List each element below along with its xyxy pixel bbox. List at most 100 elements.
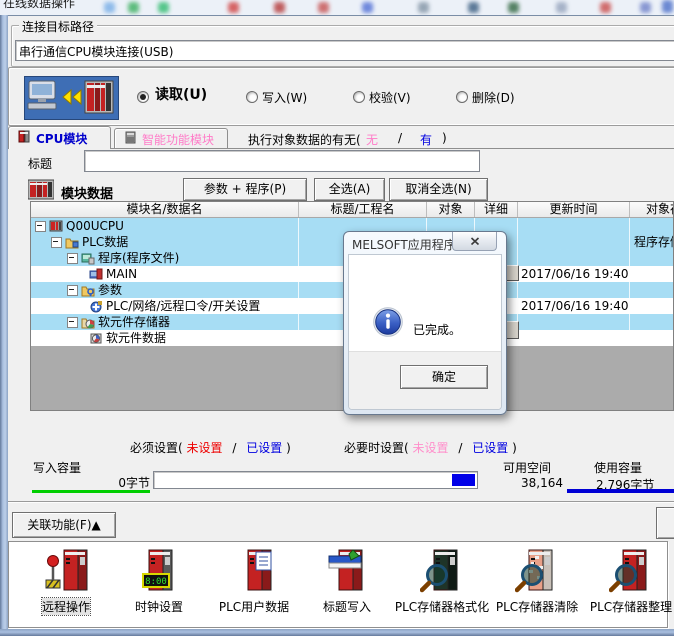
row-name: 程序(程序文件) <box>98 250 179 266</box>
melsoft-dialog-body: 已完成。 确定 <box>348 254 502 410</box>
exec-target-suffix: ) <box>442 131 447 145</box>
optional-setting-legend: 必要时设置( 未设置 / 已设置 ) <box>344 439 517 456</box>
required-setting-legend: 必须设置( 未设置 / 已设置 ) <box>130 439 291 456</box>
device-data-icon <box>89 331 103 345</box>
cpu-icon <box>49 219 63 233</box>
title-label: 标题 <box>28 155 52 172</box>
tool-label: 远程操作 <box>42 598 90 615</box>
radio-delete[interactable] <box>456 91 468 103</box>
title-write-icon <box>325 548 369 596</box>
dialog-footer: 确定 <box>349 351 501 409</box>
column-header[interactable]: 更新时间 <box>518 202 630 217</box>
column-header[interactable]: 详细 <box>475 202 518 217</box>
melsoft-dialog-title: MELSOFT应用程序 <box>352 236 456 253</box>
clock-setting-icon: 8:00 <box>137 548 181 596</box>
related-functions-button[interactable]: 关联功能(F)▲ <box>12 512 116 538</box>
window-bottom-border <box>0 629 674 636</box>
column-header[interactable]: 对象存储器 <box>630 202 674 217</box>
table-cell <box>630 298 674 314</box>
tab-cpu-module-label: CPU模块 <box>36 130 87 147</box>
row-name: PLC数据 <box>82 234 128 250</box>
device-memory-icon <box>81 315 95 329</box>
close-button-clipped[interactable] <box>656 507 674 539</box>
row-name: MAIN <box>106 266 137 282</box>
radio-verify-label: 校验(V) <box>369 89 411 106</box>
parameter-icon <box>81 283 95 297</box>
info-icon <box>373 307 403 340</box>
radio-verify[interactable] <box>353 91 365 103</box>
free-space-label: 可用空间 <box>503 459 551 476</box>
row-name: 软元件存储器 <box>98 314 170 330</box>
tree-expand-toggle[interactable] <box>35 221 46 232</box>
select-all-button[interactable]: 全选(A) <box>314 178 385 201</box>
write-capacity-value: 0字节 <box>100 474 150 491</box>
column-header[interactable]: 标题/工程名 <box>299 202 427 217</box>
tool-plc-memory-clear[interactable]: PLC存储器清除 <box>489 548 585 624</box>
tool-remote-operation[interactable]: 远程操作 <box>18 548 114 624</box>
row-name: 参数 <box>98 282 122 298</box>
write-capacity-label: 写入容量 <box>33 459 81 476</box>
connection-path-group: 连接目标路径 串行通信CPU模块连接(USB) <box>11 25 674 67</box>
tree-expand-toggle[interactable] <box>67 285 78 296</box>
tool-title-write[interactable]: 标题写入 <box>299 548 395 624</box>
related-functions-panel: 远程操作 8:00时钟设置PLC用户数据标题写入 PLC存储器格式化 PLC存储器清除… <box>8 541 668 628</box>
radio-write[interactable] <box>246 91 258 103</box>
connection-path-field[interactable]: 串行通信CPU模块连接(USB) <box>15 40 674 61</box>
connection-path-label: 连接目标路径 <box>19 18 97 35</box>
intelligent-module-tab-icon <box>124 131 137 147</box>
main-program-icon <box>89 267 103 281</box>
optional-suffix: ) <box>512 441 517 455</box>
tool-plc-user-data[interactable]: PLC用户数据 <box>206 548 302 624</box>
module-data-icon <box>28 179 54 203</box>
operation-toolbar: 读取(U) 写入(W) 校验(V) 删除(D) <box>8 67 674 126</box>
tab-cpu-module[interactable]: CPU模块 <box>8 126 111 149</box>
tool-plc-memory-arrange[interactable]: PLC存储器整理 <box>583 548 674 624</box>
title-input[interactable] <box>84 150 480 172</box>
optional-set: 已设置 <box>472 441 508 455</box>
dialog-window: 连接目标路径 串行通信CPU模块连接(USB) <box>0 15 674 636</box>
row-name: PLC/网络/远程口令/开关设置 <box>106 298 260 314</box>
table-cell: 2017/06/16 19:40:08 <box>518 266 630 282</box>
window-title: 在线数据操作 <box>3 0 75 11</box>
tree-expand-toggle[interactable] <box>67 317 78 328</box>
cancel-select-all-button[interactable]: 取消全选(N) <box>389 178 488 201</box>
exec-target-has: 有 <box>420 131 432 148</box>
radio-read[interactable] <box>137 91 149 103</box>
required-prefix: 必须设置( <box>130 441 183 455</box>
ok-button[interactable]: 确定 <box>400 365 488 389</box>
table-cell <box>518 234 630 250</box>
write-capacity-gauge <box>153 471 478 489</box>
radio-read-label: 读取(U) <box>155 84 207 104</box>
table-cell <box>518 330 630 346</box>
param-program-button[interactable]: 参数 + 程序(P) <box>183 178 307 201</box>
table-cell <box>630 330 674 346</box>
dialog-close-button[interactable] <box>452 232 497 251</box>
tool-label: PLC存储器整理 <box>590 598 672 615</box>
tool-plc-memory-format[interactable]: PLC存储器格式化 <box>394 548 490 624</box>
plc-memory-format-icon <box>420 548 464 596</box>
tool-label: 标题写入 <box>323 598 371 615</box>
optional-not-set: 未设置 <box>413 441 449 455</box>
write-capacity-gauge-fill <box>452 474 475 486</box>
close-icon <box>470 237 480 246</box>
tool-label: PLC存储器清除 <box>496 598 578 615</box>
tree-expand-toggle[interactable] <box>67 253 78 264</box>
module-data-label: 模块数据 <box>61 183 113 202</box>
table-cell: 程序存储器 <box>630 234 674 250</box>
exec-target-slash: / <box>398 131 402 145</box>
column-header[interactable]: 对象 <box>427 202 475 217</box>
column-header[interactable]: 模块名/数据名 <box>31 202 299 217</box>
required-set: 已设置 <box>246 441 282 455</box>
plc-memory-arrange-icon <box>609 548 653 596</box>
tool-clock-setting[interactable]: 8:00时钟设置 <box>111 548 207 624</box>
tab-intelligent-module-label: 智能功能模块 <box>142 131 214 148</box>
optional-prefix: 必要时设置( <box>344 441 409 455</box>
required-slash: / <box>226 441 242 455</box>
tab-intelligent-module[interactable]: 智能功能模块 <box>114 128 228 149</box>
radio-write-label: 写入(W) <box>262 89 307 106</box>
plc-data-icon <box>65 235 79 249</box>
table-cell <box>630 250 674 266</box>
tree-expand-toggle[interactable] <box>51 237 62 248</box>
used-capacity-label: 使用容量 <box>594 459 642 476</box>
row-name: 软元件数据 <box>106 330 166 346</box>
